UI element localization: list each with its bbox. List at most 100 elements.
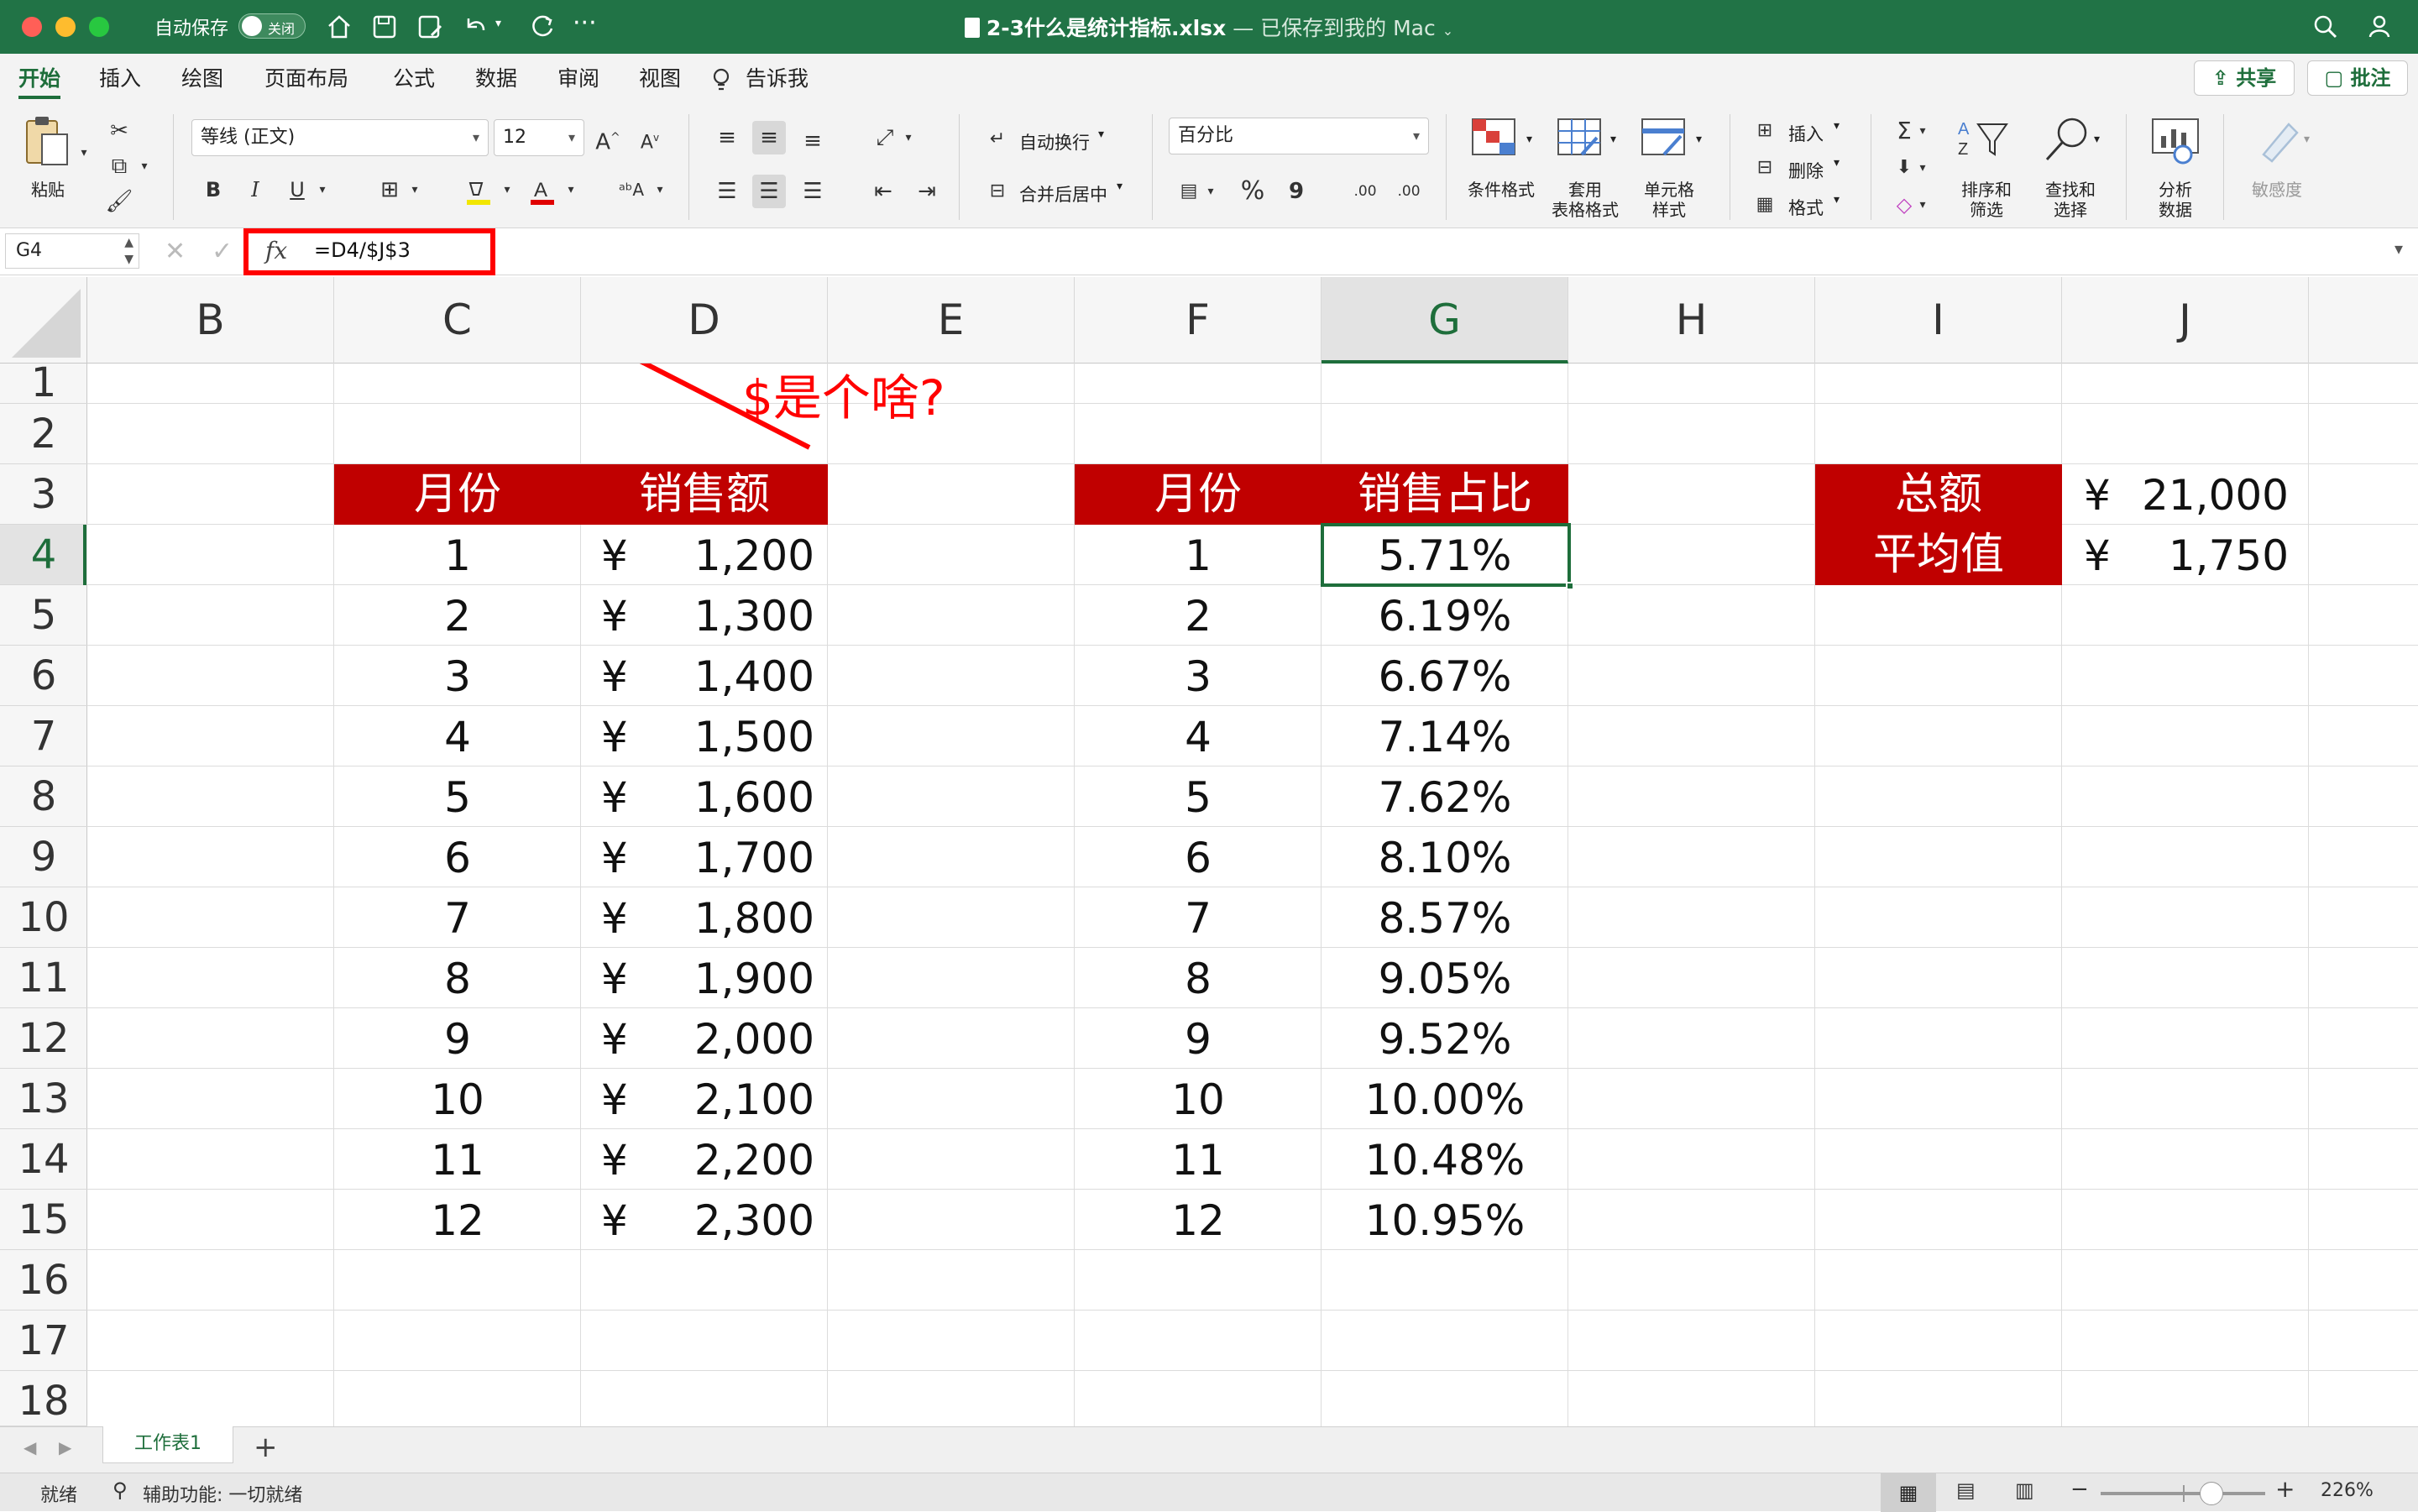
- table2-share-cell[interactable]: 7.62%: [1322, 773, 1568, 822]
- save-as-icon[interactable]: [415, 12, 445, 42]
- table1-month-cell[interactable]: 5: [334, 773, 581, 822]
- paste-dropdown-icon[interactable]: ▾: [76, 136, 92, 170]
- table2-header-share[interactable]: 销售占比: [1322, 464, 1568, 525]
- zoom-slider-thumb[interactable]: [2200, 1482, 2223, 1505]
- table1-sales-cell[interactable]: 1,800: [591, 894, 814, 943]
- row-header[interactable]: 2: [0, 404, 87, 464]
- zoom-level[interactable]: 226%: [2321, 1480, 2374, 1501]
- currency-format-icon[interactable]: ▤: [1172, 175, 1206, 208]
- zoom-in-button[interactable]: +: [2275, 1475, 2295, 1503]
- table1-month-cell[interactable]: 6: [334, 834, 581, 882]
- table1-month-cell[interactable]: 9: [334, 1015, 581, 1064]
- insert-cells-icon[interactable]: ⊞: [1748, 114, 1782, 148]
- phonetic-dropdown-icon[interactable]: ▾: [652, 173, 668, 207]
- row-header[interactable]: 9: [0, 827, 87, 887]
- fill-color-icon[interactable]: [463, 178, 494, 207]
- chevron-down-icon[interactable]: ▾: [1098, 128, 1104, 141]
- undo-icon[interactable]: [460, 12, 490, 42]
- column-header-f[interactable]: F: [1075, 277, 1322, 364]
- name-box[interactable]: G4 ▲ ▼: [5, 233, 139, 269]
- underline-dropdown-icon[interactable]: ▾: [314, 173, 331, 207]
- row-header[interactable]: 6: [0, 646, 87, 706]
- tab-view[interactable]: 视图: [639, 64, 681, 99]
- column-header-d[interactable]: D: [581, 277, 828, 364]
- undo-dropdown-icon[interactable]: ▾: [495, 17, 501, 30]
- copy-dropdown-icon[interactable]: ▾: [136, 149, 153, 183]
- table1-month-cell[interactable]: 10: [334, 1075, 581, 1124]
- chevron-down-icon[interactable]: ▾: [1834, 193, 1840, 207]
- tab-insert[interactable]: 插入: [99, 64, 141, 99]
- window-close-button[interactable]: [22, 17, 42, 37]
- insert-function-icon[interactable]: fx: [265, 237, 287, 264]
- table2-month-cell[interactable]: 11: [1075, 1136, 1322, 1185]
- fill-color-dropdown-icon[interactable]: ▾: [499, 173, 516, 207]
- align-middle-icon[interactable]: ≡: [752, 121, 786, 154]
- font-color-icon[interactable]: A: [527, 178, 557, 207]
- column-header-j[interactable]: J: [2062, 277, 2309, 364]
- row-header[interactable]: 4: [0, 525, 87, 585]
- active-cell-selection[interactable]: [1321, 523, 1571, 587]
- normal-view-button[interactable]: ▦: [1881, 1473, 1936, 1512]
- page-layout-view-icon[interactable]: ▤: [1956, 1478, 1976, 1502]
- table2-share-cell[interactable]: 10.48%: [1322, 1136, 1568, 1185]
- sheet-tab-active[interactable]: 工作表1: [102, 1426, 233, 1463]
- table2-share-cell[interactable]: 9.52%: [1322, 1015, 1568, 1064]
- tab-formulas[interactable]: 公式: [393, 64, 435, 99]
- zoom-out-button[interactable]: −: [2070, 1477, 2089, 1502]
- column-header-g[interactable]: G: [1322, 277, 1568, 364]
- formula-input[interactable]: =D4/$J$3: [314, 238, 411, 262]
- tab-data[interactable]: 数据: [475, 64, 517, 99]
- copy-icon[interactable]: ⧉: [102, 149, 136, 183]
- font-size-select[interactable]: 12 ▾: [494, 119, 584, 156]
- table1-sales-cell[interactable]: 1,600: [591, 773, 814, 822]
- table1-month-cell[interactable]: 1: [334, 531, 581, 580]
- table2-share-cell[interactable]: 8.57%: [1322, 894, 1568, 943]
- chevron-down-icon[interactable]: ▾: [1117, 180, 1123, 193]
- table1-sales-cell[interactable]: 1,700: [591, 834, 814, 882]
- comments-button[interactable]: ▢ 批注: [2307, 60, 2408, 96]
- search-icon[interactable]: [2311, 12, 2341, 42]
- summary-total-value[interactable]: 21,000: [2077, 471, 2289, 520]
- table2-month-cell[interactable]: 2: [1075, 592, 1322, 641]
- column-header-e[interactable]: E: [828, 277, 1075, 364]
- sort-filter-button[interactable]: AZ 排序和 筛选: [1944, 116, 2028, 225]
- insert-cells-label[interactable]: 插入: [1788, 121, 1824, 146]
- page-break-view-icon[interactable]: ▥: [2015, 1478, 2034, 1502]
- row-header[interactable]: 5: [0, 585, 87, 646]
- increase-font-icon[interactable]: A^: [591, 121, 625, 155]
- table1-header-sales[interactable]: 销售额: [581, 464, 828, 525]
- column-header-b[interactable]: B: [87, 277, 334, 364]
- table2-month-cell[interactable]: 9: [1075, 1015, 1322, 1064]
- row-header[interactable]: 12: [0, 1008, 87, 1069]
- cut-icon[interactable]: ✂: [102, 114, 136, 148]
- table1-month-cell[interactable]: 2: [334, 592, 581, 641]
- summary-total-label[interactable]: 总额: [1815, 464, 2062, 525]
- phonetic-icon[interactable]: ᵃᵇA: [615, 173, 648, 207]
- table2-share-cell[interactable]: 6.67%: [1322, 652, 1568, 701]
- comma-style-button[interactable]: 9: [1280, 175, 1313, 208]
- percent-style-button[interactable]: %: [1236, 175, 1269, 208]
- table2-month-cell[interactable]: 4: [1075, 713, 1322, 761]
- row-header[interactable]: 17: [0, 1311, 87, 1371]
- align-top-icon[interactable]: ≡: [710, 121, 744, 154]
- delete-cells-icon[interactable]: ⊟: [1748, 151, 1782, 185]
- table2-share-cell[interactable]: 9.05%: [1322, 955, 1568, 1003]
- increase-indent-icon[interactable]: ⇥: [910, 175, 944, 208]
- fill-dropdown-icon[interactable]: ▾: [1914, 151, 1931, 185]
- row-header[interactable]: 7: [0, 706, 87, 766]
- summary-average-value[interactable]: 1,750: [2077, 531, 2289, 580]
- row-header[interactable]: 18: [0, 1371, 87, 1426]
- number-format-select[interactable]: 百分比 ▾: [1169, 118, 1429, 154]
- table1-sales-cell[interactable]: 2,200: [591, 1136, 814, 1185]
- table2-month-cell[interactable]: 8: [1075, 955, 1322, 1003]
- decrease-font-icon[interactable]: Av: [633, 121, 667, 154]
- table2-share-cell[interactable]: 8.10%: [1322, 834, 1568, 882]
- table1-month-cell[interactable]: 11: [334, 1136, 581, 1185]
- chevron-down-icon[interactable]: ▾: [1526, 133, 1532, 146]
- table1-sales-cell[interactable]: 2,100: [591, 1075, 814, 1124]
- tab-home[interactable]: 开始: [18, 64, 61, 99]
- tab-draw[interactable]: 绘图: [181, 64, 223, 99]
- chevron-down-icon[interactable]: ▾: [1834, 119, 1840, 133]
- decrease-indent-icon[interactable]: ⇤: [866, 175, 900, 208]
- scroll-sheets-left-icon[interactable]: ◀: [24, 1437, 36, 1457]
